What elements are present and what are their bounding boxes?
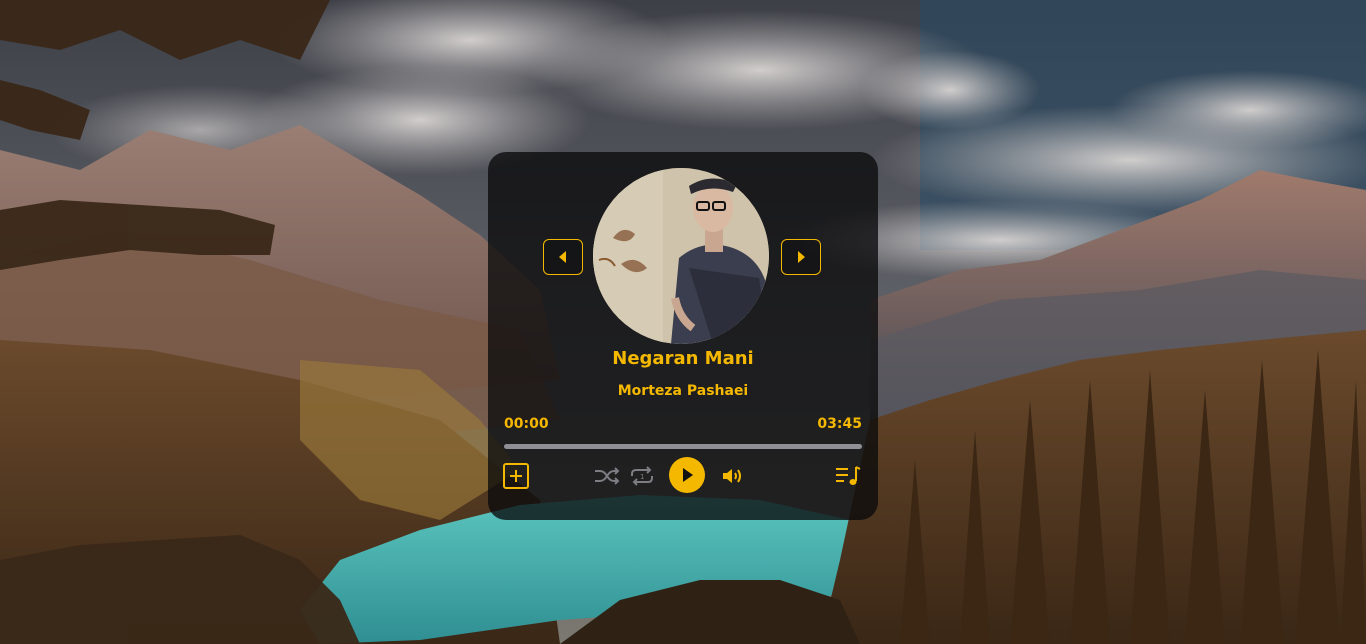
album-cover (593, 168, 769, 344)
caret-right-icon (798, 251, 805, 263)
progress-bar[interactable] (504, 444, 862, 449)
volume-button[interactable] (720, 464, 746, 488)
play-button[interactable] (669, 457, 705, 493)
next-track-button[interactable] (781, 239, 821, 275)
svg-text:1: 1 (640, 473, 644, 481)
caret-left-icon (559, 251, 566, 263)
music-player-card: Negaran Mani Morteza Pashaei 00:00 03:45… (488, 152, 878, 520)
previous-track-button[interactable] (543, 239, 583, 275)
shuffle-icon (595, 467, 620, 485)
play-icon (683, 468, 693, 482)
repeat-icon: 1 (631, 466, 653, 486)
track-artist: Morteza Pashaei (617, 383, 749, 399)
playlist-button[interactable] (834, 464, 862, 488)
track-duration: 03:45 (817, 416, 862, 432)
plus-square-icon (510, 470, 522, 482)
track-title: Negaran Mani (612, 348, 754, 369)
add-to-playlist-button[interactable] (503, 463, 529, 489)
shuffle-button[interactable] (594, 464, 620, 488)
volume-icon (723, 469, 741, 483)
repeat-button[interactable]: 1 (628, 464, 656, 488)
playlist-music-icon (836, 466, 861, 485)
current-time: 00:00 (504, 416, 549, 432)
